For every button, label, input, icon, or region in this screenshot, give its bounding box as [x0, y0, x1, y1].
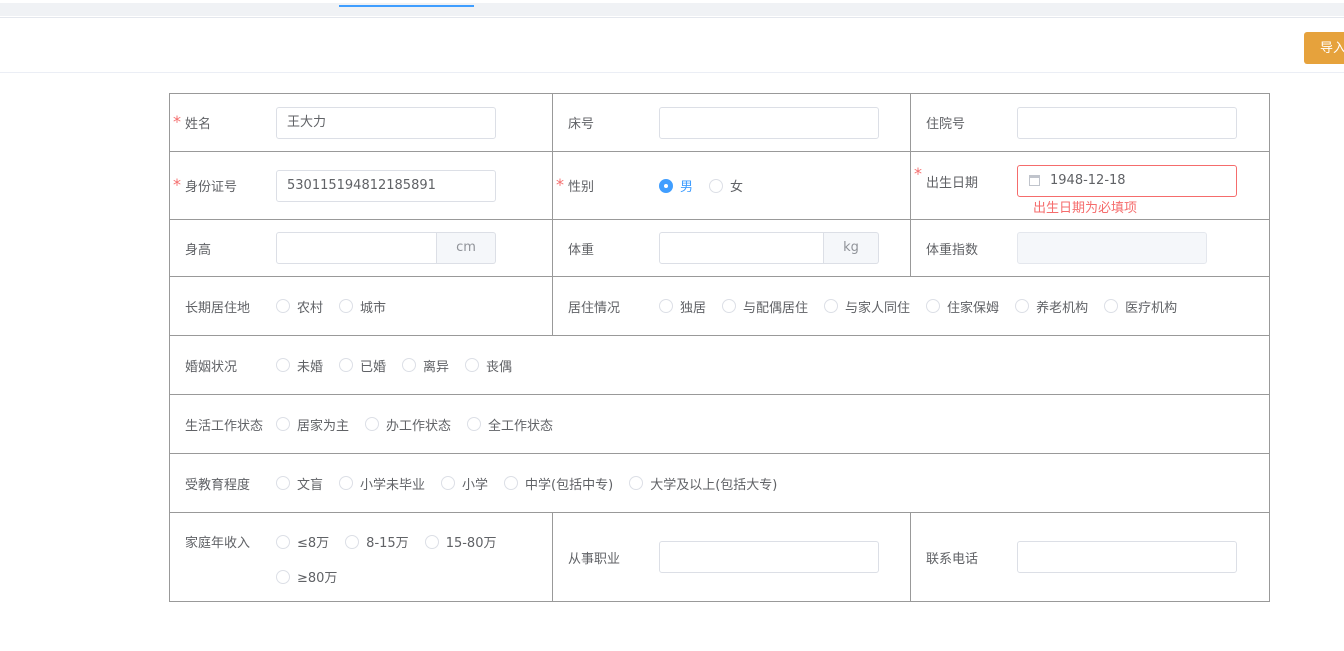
name-label: 姓名 [170, 112, 276, 132]
radio-icon [1015, 299, 1030, 313]
weight-input-group: kg [659, 232, 879, 264]
marital-label: 婚姻状况 [185, 359, 238, 375]
bmi-label: 体重指数 [926, 242, 979, 258]
education-radio-group: 文盲 小学未毕业 小学 中学(包括中专) 大学及以上(包括大专) [276, 474, 793, 493]
work-label: 生活工作状态 [185, 418, 264, 434]
radio-icon [926, 299, 941, 313]
admission-no-label: 住院号 [926, 117, 966, 132]
height-input[interactable] [276, 232, 437, 264]
radio-icon [345, 534, 360, 549]
radio-icon [339, 299, 354, 313]
education-label: 受教育程度 [185, 477, 251, 493]
occupation-input[interactable] [659, 541, 879, 573]
marital-radio-married[interactable]: 已婚 [339, 356, 386, 375]
income-radio-15-80[interactable]: 15-80万 [424, 532, 496, 551]
education-radio-secondary[interactable]: 中学(包括中专) [504, 474, 613, 493]
radio-icon [276, 299, 290, 313]
name-input[interactable]: 王大力 [276, 106, 496, 139]
marital-radio-group: 未婚 已婚 离异 丧偶 [276, 356, 528, 375]
radio-icon [709, 178, 724, 193]
bed-no-input[interactable] [659, 106, 879, 139]
id-no-label: 身份证号 [170, 175, 276, 195]
radio-icon [276, 358, 290, 372]
education-radio-primary[interactable]: 小学 [441, 474, 488, 493]
income-radio-under-8[interactable]: ≤8万 [276, 532, 329, 551]
weight-unit: kg [824, 232, 879, 264]
top-tab-bar [0, 0, 1344, 18]
residence-label: 长期居住地 [185, 300, 251, 316]
height-unit: cm [437, 232, 496, 264]
admission-no-input[interactable] [1017, 106, 1237, 139]
residence-radio-urban[interactable]: 城市 [339, 297, 386, 316]
radio-icon [1104, 299, 1119, 313]
living-radio-spouse[interactable]: 与配偶居住 [722, 297, 808, 316]
education-radio-illiterate[interactable]: 文盲 [276, 474, 323, 493]
radio-icon [339, 358, 354, 372]
living-radio-medical[interactable]: 医疗机构 [1104, 297, 1177, 316]
bmi-input [1017, 232, 1207, 264]
radio-icon [504, 476, 519, 490]
living-label: 居住情况 [568, 300, 621, 316]
weight-input[interactable] [659, 232, 824, 264]
work-radio-fulltime[interactable]: 全工作状态 [467, 415, 553, 434]
gender-radio-group: 男 女 [659, 176, 759, 195]
living-radio-group: 独居 与配偶居住 与家人同住 住家保姆 养老机构 医疗机构 [659, 297, 1193, 316]
birth-date-label: 出生日期 [911, 164, 1017, 191]
income-radio-8-15[interactable]: 8-15万 [345, 532, 409, 551]
radio-icon [629, 476, 644, 490]
phone-label: 联系电话 [926, 551, 979, 567]
income-label: 家庭年收入 [185, 536, 251, 551]
tab-strip [0, 3, 1344, 16]
work-radio-group: 居家为主 办工作状态 全工作状态 [276, 415, 569, 434]
residence-radio-group: 农村 城市 [276, 297, 402, 316]
radio-icon [465, 358, 480, 372]
marital-radio-widowed[interactable]: 丧偶 [465, 356, 512, 375]
living-radio-family[interactable]: 与家人同住 [824, 297, 910, 316]
work-radio-office[interactable]: 办工作状态 [365, 415, 451, 434]
living-radio-nanny[interactable]: 住家保姆 [926, 297, 999, 316]
marital-radio-single[interactable]: 未婚 [276, 356, 323, 375]
gender-radio-male[interactable]: 男 [659, 176, 693, 195]
import-button[interactable]: 导入 [1304, 32, 1344, 64]
height-label: 身高 [185, 242, 212, 258]
work-radio-home[interactable]: 居家为主 [276, 415, 349, 434]
birth-date-error: 出生日期为必填项 [1033, 201, 1138, 216]
radio-icon [424, 534, 439, 549]
weight-label: 体重 [568, 242, 595, 258]
education-radio-primary-incomplete[interactable]: 小学未毕业 [339, 474, 425, 493]
education-radio-college[interactable]: 大学及以上(包括大专) [629, 474, 777, 493]
gender-label: 性别 [553, 175, 659, 195]
radio-icon [722, 299, 737, 313]
radio-icon [402, 358, 417, 372]
income-radio-over-80[interactable]: ≥80万 [276, 567, 337, 586]
id-no-input[interactable]: 530115194812185891 [276, 169, 496, 202]
calendar-icon [1029, 175, 1040, 186]
gender-radio-female[interactable]: 女 [709, 176, 743, 195]
living-radio-alone[interactable]: 独居 [659, 297, 706, 316]
radio-icon [276, 569, 290, 584]
radio-icon [824, 299, 839, 313]
radio-icon [659, 299, 673, 313]
bed-no-label: 床号 [568, 117, 595, 132]
birth-date-picker[interactable]: 1948-12-18 [1017, 165, 1237, 197]
header-divider [0, 72, 1344, 73]
occupation-label: 从事职业 [568, 551, 621, 567]
income-radio-group: ≤8万 8-15万 15-80万 ≥80万 [276, 532, 516, 586]
radio-icon [339, 476, 354, 490]
living-radio-nursing-home[interactable]: 养老机构 [1015, 297, 1088, 316]
radio-icon [276, 476, 290, 490]
phone-input[interactable] [1017, 541, 1237, 573]
radio-icon [276, 534, 290, 549]
birth-date-input[interactable]: 1948-12-18 [1017, 165, 1237, 197]
radio-checked-icon [659, 178, 673, 193]
radio-icon [441, 476, 456, 490]
active-tab-indicator[interactable] [339, 5, 474, 7]
residence-radio-rural[interactable]: 农村 [276, 297, 323, 316]
radio-icon [276, 417, 290, 431]
marital-radio-divorced[interactable]: 离异 [402, 356, 449, 375]
height-input-group: cm [276, 232, 496, 264]
patient-info-form: 姓名 王大力 床号 住院号 身份证号 530115194812185891 性别… [169, 93, 1270, 602]
radio-icon [365, 417, 380, 431]
radio-icon [467, 417, 482, 431]
